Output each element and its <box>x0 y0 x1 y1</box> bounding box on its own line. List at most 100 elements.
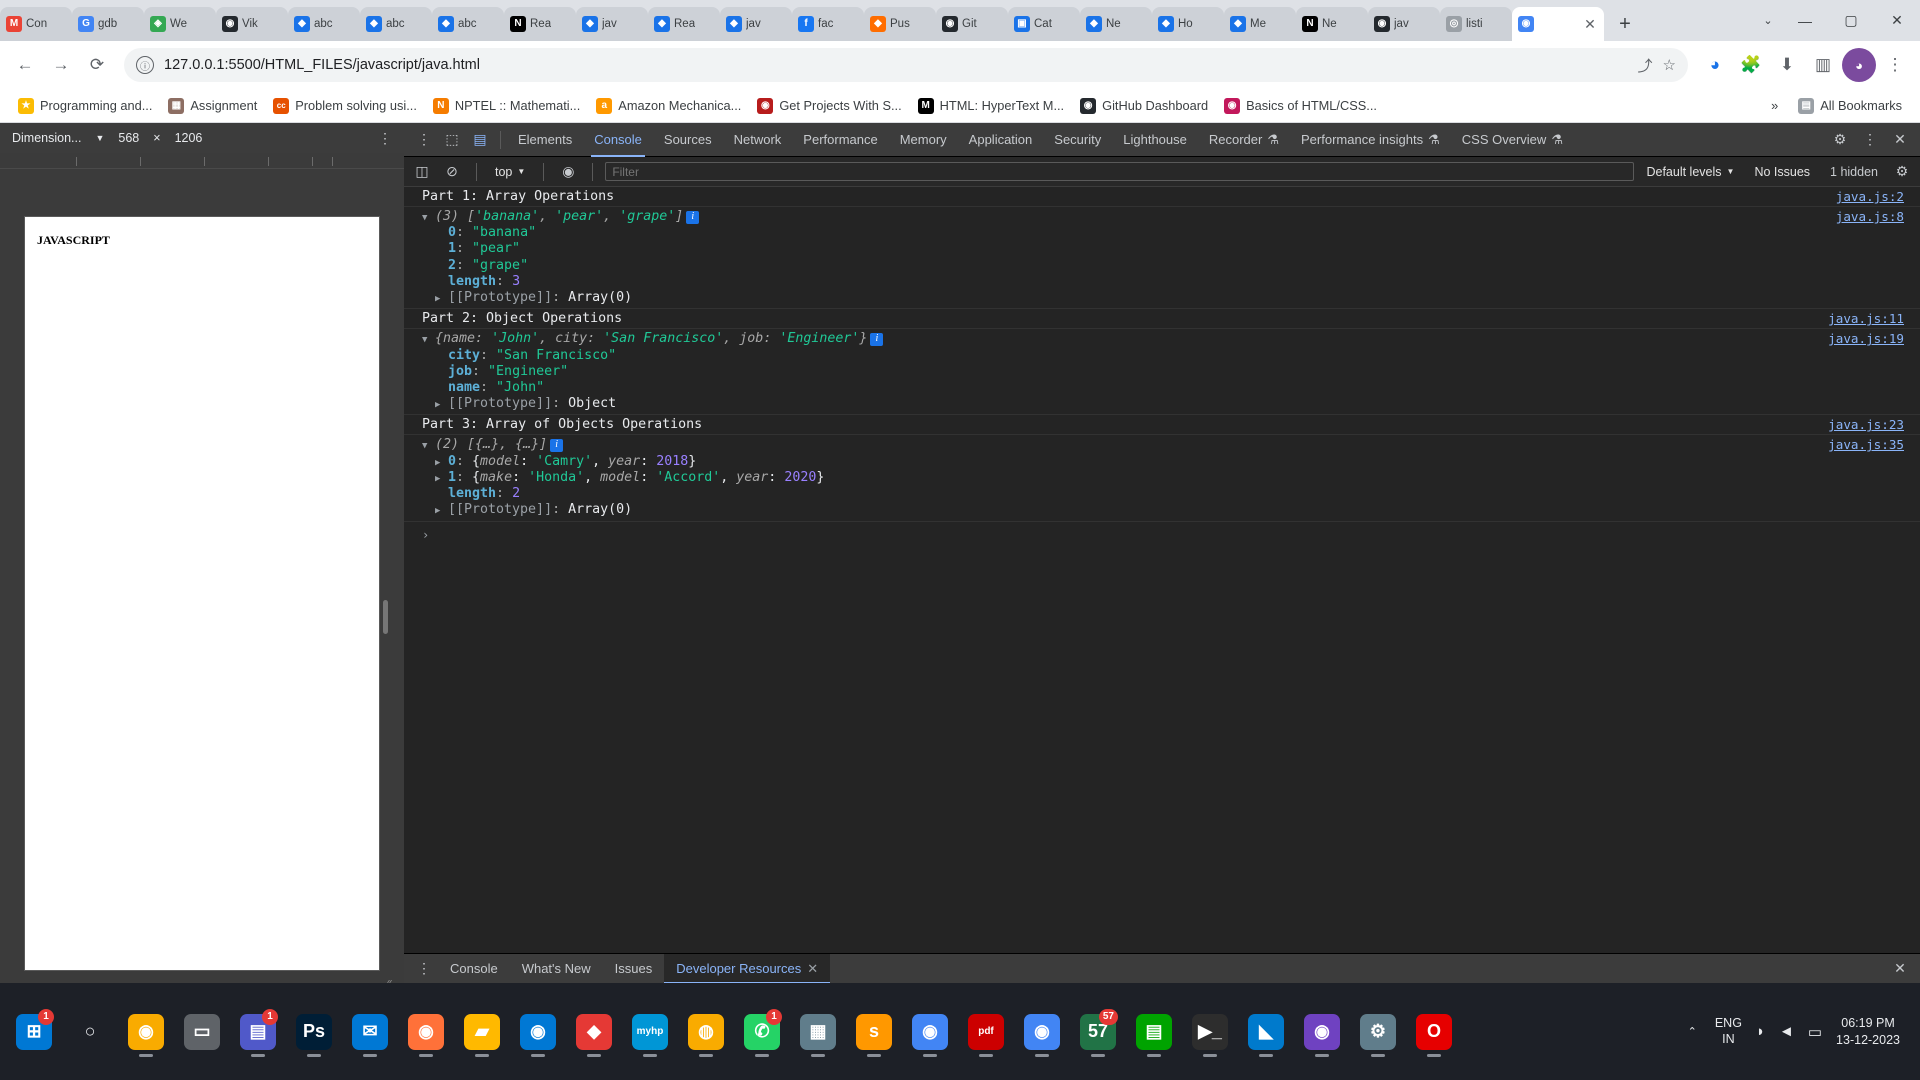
drawer-tab-console[interactable]: Console <box>438 954 510 984</box>
console-object-group[interactable]: {name: 'John', city: 'San Francisco', jo… <box>404 329 1920 416</box>
drawer-tab-developer-resources[interactable]: Developer Resources ✕ <box>664 953 831 984</box>
side-panel-icon[interactable]: ▥ <box>1806 48 1840 82</box>
console-object-header[interactable]: (2) [{…}, {…}]i java.js:35 <box>422 437 1920 453</box>
live-expression-eye-icon[interactable]: ◉ <box>556 160 580 184</box>
console-prompt[interactable]: › <box>404 522 1920 543</box>
wifi-icon[interactable]: ◗ <box>1756 1023 1765 1040</box>
console-array-element[interactable]: 0: {model: 'Camry', year: 2018} <box>422 454 1920 470</box>
maximize-button[interactable]: ▢ <box>1828 0 1874 41</box>
devtools-settings-gear-icon[interactable]: ⚙ <box>1826 126 1854 154</box>
devtools-tab-elements[interactable]: Elements <box>507 123 583 157</box>
bookmark-item[interactable]: ▦ Assignment <box>160 94 265 118</box>
taskbar-item-excel[interactable]: 57 57 <box>1070 997 1126 1067</box>
bookmarks-overflow-button[interactable]: » <box>1763 94 1786 117</box>
taskbar-item-pdf-reader[interactable]: pdf <box>958 997 1014 1067</box>
bookmark-item[interactable]: a Amazon Mechanica... <box>588 94 749 118</box>
taskbar-item-vscode[interactable]: ◣ <box>1238 997 1294 1067</box>
browser-tab[interactable]: ◆Me✕ <box>1224 7 1296 41</box>
browser-tab[interactable]: ◆Rea✕ <box>648 7 720 41</box>
device-width-input[interactable]: 568 <box>118 131 139 145</box>
devtools-tab-performance[interactable]: Performance <box>792 123 888 157</box>
bookmark-item[interactable]: ★ Programming and... <box>10 94 160 118</box>
bookmark-star-icon[interactable]: ☆ <box>1663 56 1676 74</box>
devtools-tab-memory[interactable]: Memory <box>889 123 958 157</box>
console-filter-input[interactable] <box>605 162 1635 181</box>
taskbar-item-chrome-active[interactable]: ◉ <box>1014 997 1070 1067</box>
devtools-more-icon[interactable]: ⋮ <box>1856 126 1884 154</box>
taskbar-item-task-view[interactable]: ▭ <box>174 997 230 1067</box>
console-object-header[interactable]: (3) ['banana', 'pear', 'grape']i java.js:… <box>422 209 1920 225</box>
site-info-icon[interactable]: ⓘ <box>136 56 154 74</box>
browser-tab[interactable]: ◎listi✕ <box>1440 7 1512 41</box>
tab-search-button[interactable]: ⌄ <box>1754 0 1782 41</box>
console-source-link[interactable]: java.js:19 <box>1828 331 1920 347</box>
avatar[interactable]: ◕ <box>1842 48 1876 82</box>
bookmark-item[interactable]: ◉ Basics of HTML/CSS... <box>1216 94 1385 118</box>
battery-icon[interactable]: ▭ <box>1808 1023 1822 1041</box>
taskbar-item-edge[interactable]: ◉ <box>510 997 566 1067</box>
taskbar-item-chrome[interactable]: ◉ <box>902 997 958 1067</box>
browser-tab[interactable]: ◈We✕ <box>144 7 216 41</box>
profile-badge-icon[interactable]: ◕ <box>1698 48 1732 82</box>
forward-icon[interactable]: → <box>44 48 78 82</box>
console-sidebar-toggle-icon[interactable]: ◫ <box>410 160 434 184</box>
expand-arrow-icon[interactable] <box>422 437 435 453</box>
taskbar-item-file-explorer[interactable]: ▰ <box>454 997 510 1067</box>
devtools-tab-lighthouse[interactable]: Lighthouse <box>1112 123 1198 157</box>
tab-close-icon[interactable]: ✕ <box>1582 16 1598 32</box>
issues-counter[interactable]: No Issues <box>1746 165 1818 179</box>
console-prototype-row[interactable]: [[Prototype]]: Array(0) <box>422 502 1920 518</box>
console-source-link[interactable]: java.js:35 <box>1828 437 1920 453</box>
browser-tab[interactable]: ◆abc✕ <box>288 7 360 41</box>
device-more-options-icon[interactable]: ⋮ <box>378 130 392 147</box>
info-badge-icon[interactable]: i <box>550 439 564 452</box>
console-output[interactable]: Part 1: Array Operations java.js:2 (3) ['b… <box>404 187 1920 953</box>
devtools-tab-sources[interactable]: Sources <box>653 123 723 157</box>
browser-tab[interactable]: ◆jav✕ <box>720 7 792 41</box>
devtools-kebab-icon[interactable]: ⋮ <box>410 126 438 154</box>
expand-arrow-icon[interactable] <box>422 209 435 225</box>
page-viewport[interactable]: JAVASCRIPT <box>24 216 380 971</box>
device-preset-label[interactable]: Dimension... <box>12 131 81 145</box>
inspect-element-icon[interactable]: ⬚ <box>438 126 466 154</box>
taskbar-item-sublime[interactable]: s <box>846 997 902 1067</box>
bookmark-item[interactable]: cc Problem solving usi... <box>265 94 425 118</box>
expand-arrow-icon[interactable] <box>435 396 448 412</box>
close-window-button[interactable]: ✕ <box>1874 0 1920 41</box>
console-object-preview[interactable]: (2) [{…}, {…}]i <box>422 437 564 453</box>
devtools-tab-security[interactable]: Security <box>1043 123 1112 157</box>
console-settings-gear-icon[interactable]: ⚙ <box>1890 160 1914 184</box>
taskbar-item-myhp[interactable]: myhp <box>622 997 678 1067</box>
browser-tab[interactable]: ◆Ne✕ <box>1080 7 1152 41</box>
console-object-group[interactable]: (2) [{…}, {…}]i java.js:350: {model: 'Cam… <box>404 435 1920 522</box>
expand-arrow-icon[interactable] <box>435 290 448 306</box>
console-source-link[interactable]: java.js:23 <box>1828 417 1920 432</box>
taskbar-item-firefox[interactable]: ◉ <box>398 997 454 1067</box>
drawer-tab-issues[interactable]: Issues <box>603 954 665 984</box>
share-icon[interactable]: ⤴ <box>1638 55 1653 76</box>
browser-tab[interactable]: ◆Pus✕ <box>864 7 936 41</box>
drawer-tab-what-s-new[interactable]: What's New <box>510 954 603 984</box>
devtools-tab-application[interactable]: Application <box>958 123 1044 157</box>
log-levels-selector[interactable]: Default levels ▼ <box>1640 165 1740 179</box>
taskbar-item-teams[interactable]: ▤ 1 <box>230 997 286 1067</box>
taskbar-item-search[interactable]: ○ <box>62 997 118 1067</box>
console-object-preview[interactable]: {name: 'John', city: 'San Francisco', jo… <box>422 331 884 347</box>
all-bookmarks-button[interactable]: ▤ All Bookmarks <box>1790 94 1910 118</box>
console-object-header[interactable]: {name: 'John', city: 'San Francisco', jo… <box>422 331 1920 347</box>
taskbar-item-calculator[interactable]: ▦ <box>790 997 846 1067</box>
taskbar-item-settings[interactable]: ⚙ <box>1350 997 1406 1067</box>
expand-arrow-icon[interactable] <box>435 454 448 470</box>
devtools-tab-css-overview[interactable]: CSS Overview ⚗ <box>1451 123 1574 157</box>
browser-tab[interactable]: MCon✕ <box>0 7 72 41</box>
console-prototype-row[interactable]: [[Prototype]]: Array(0) <box>422 290 1920 306</box>
browser-tab[interactable]: ◉Vik✕ <box>216 7 288 41</box>
console-object-preview[interactable]: (3) ['banana', 'pear', 'grape']i <box>422 209 700 225</box>
info-badge-icon[interactable]: i <box>686 210 700 224</box>
browser-tab[interactable]: ▣Cat✕ <box>1008 7 1080 41</box>
taskbar-item-globe-app[interactable]: ◍ <box>678 997 734 1067</box>
bookmark-item[interactable]: M HTML: HyperText M... <box>910 94 1072 118</box>
back-icon[interactable]: ← <box>8 48 42 82</box>
drawer-tab-close-icon[interactable]: ✕ <box>807 961 818 977</box>
browser-tab[interactable]: ◆abc✕ <box>432 7 504 41</box>
